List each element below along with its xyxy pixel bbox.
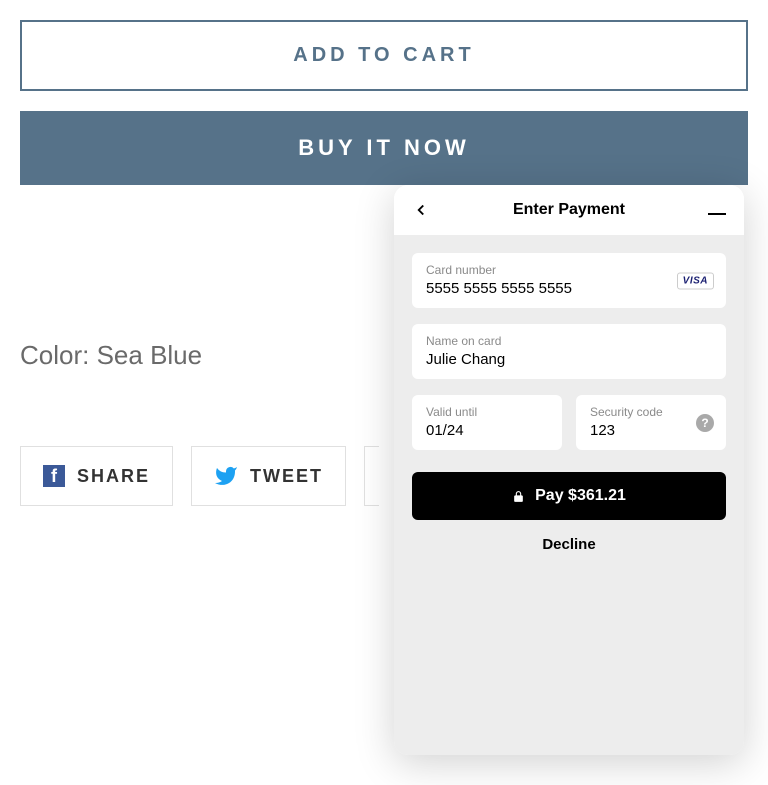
back-icon[interactable] bbox=[412, 201, 430, 219]
minimize-icon[interactable] bbox=[708, 213, 726, 215]
share-facebook-button[interactable]: f SHARE bbox=[20, 446, 173, 506]
name-on-card-input[interactable] bbox=[426, 351, 712, 368]
payment-modal-body: Card number VISA Name on card Valid unti… bbox=[394, 235, 744, 755]
lock-icon bbox=[512, 489, 525, 504]
decline-button[interactable]: Decline bbox=[412, 520, 726, 569]
payment-modal-header: Enter Payment bbox=[394, 185, 744, 235]
pay-button-label: Pay $361.21 bbox=[535, 487, 626, 505]
share-facebook-label: SHARE bbox=[77, 466, 150, 487]
twitter-icon bbox=[214, 464, 238, 488]
card-number-field[interactable]: Card number VISA bbox=[412, 253, 726, 308]
share-twitter-label: TWEET bbox=[250, 466, 323, 487]
share-pinterest-button[interactable] bbox=[364, 446, 379, 506]
valid-until-input[interactable] bbox=[426, 422, 548, 439]
payment-modal-title: Enter Payment bbox=[513, 201, 625, 219]
valid-until-label: Valid until bbox=[426, 405, 548, 419]
name-on-card-field[interactable]: Name on card bbox=[412, 324, 726, 379]
share-twitter-button[interactable]: TWEET bbox=[191, 446, 346, 506]
name-on-card-label: Name on card bbox=[426, 334, 712, 348]
valid-until-field[interactable]: Valid until bbox=[412, 395, 562, 450]
pay-button[interactable]: Pay $361.21 bbox=[412, 472, 726, 520]
facebook-icon: f bbox=[43, 465, 65, 487]
security-code-field[interactable]: Security code ? bbox=[576, 395, 726, 450]
security-code-input[interactable] bbox=[590, 422, 712, 439]
card-number-input[interactable] bbox=[426, 280, 712, 297]
security-code-label: Security code bbox=[590, 405, 712, 419]
card-number-label: Card number bbox=[426, 263, 712, 277]
help-icon[interactable]: ? bbox=[696, 414, 714, 432]
add-to-cart-button[interactable]: ADD TO CART bbox=[20, 20, 748, 91]
card-brand-badge: VISA bbox=[677, 272, 714, 289]
payment-modal: Enter Payment Card number VISA Name on c… bbox=[394, 185, 744, 755]
buy-it-now-button[interactable]: BUY IT NOW bbox=[20, 111, 748, 185]
